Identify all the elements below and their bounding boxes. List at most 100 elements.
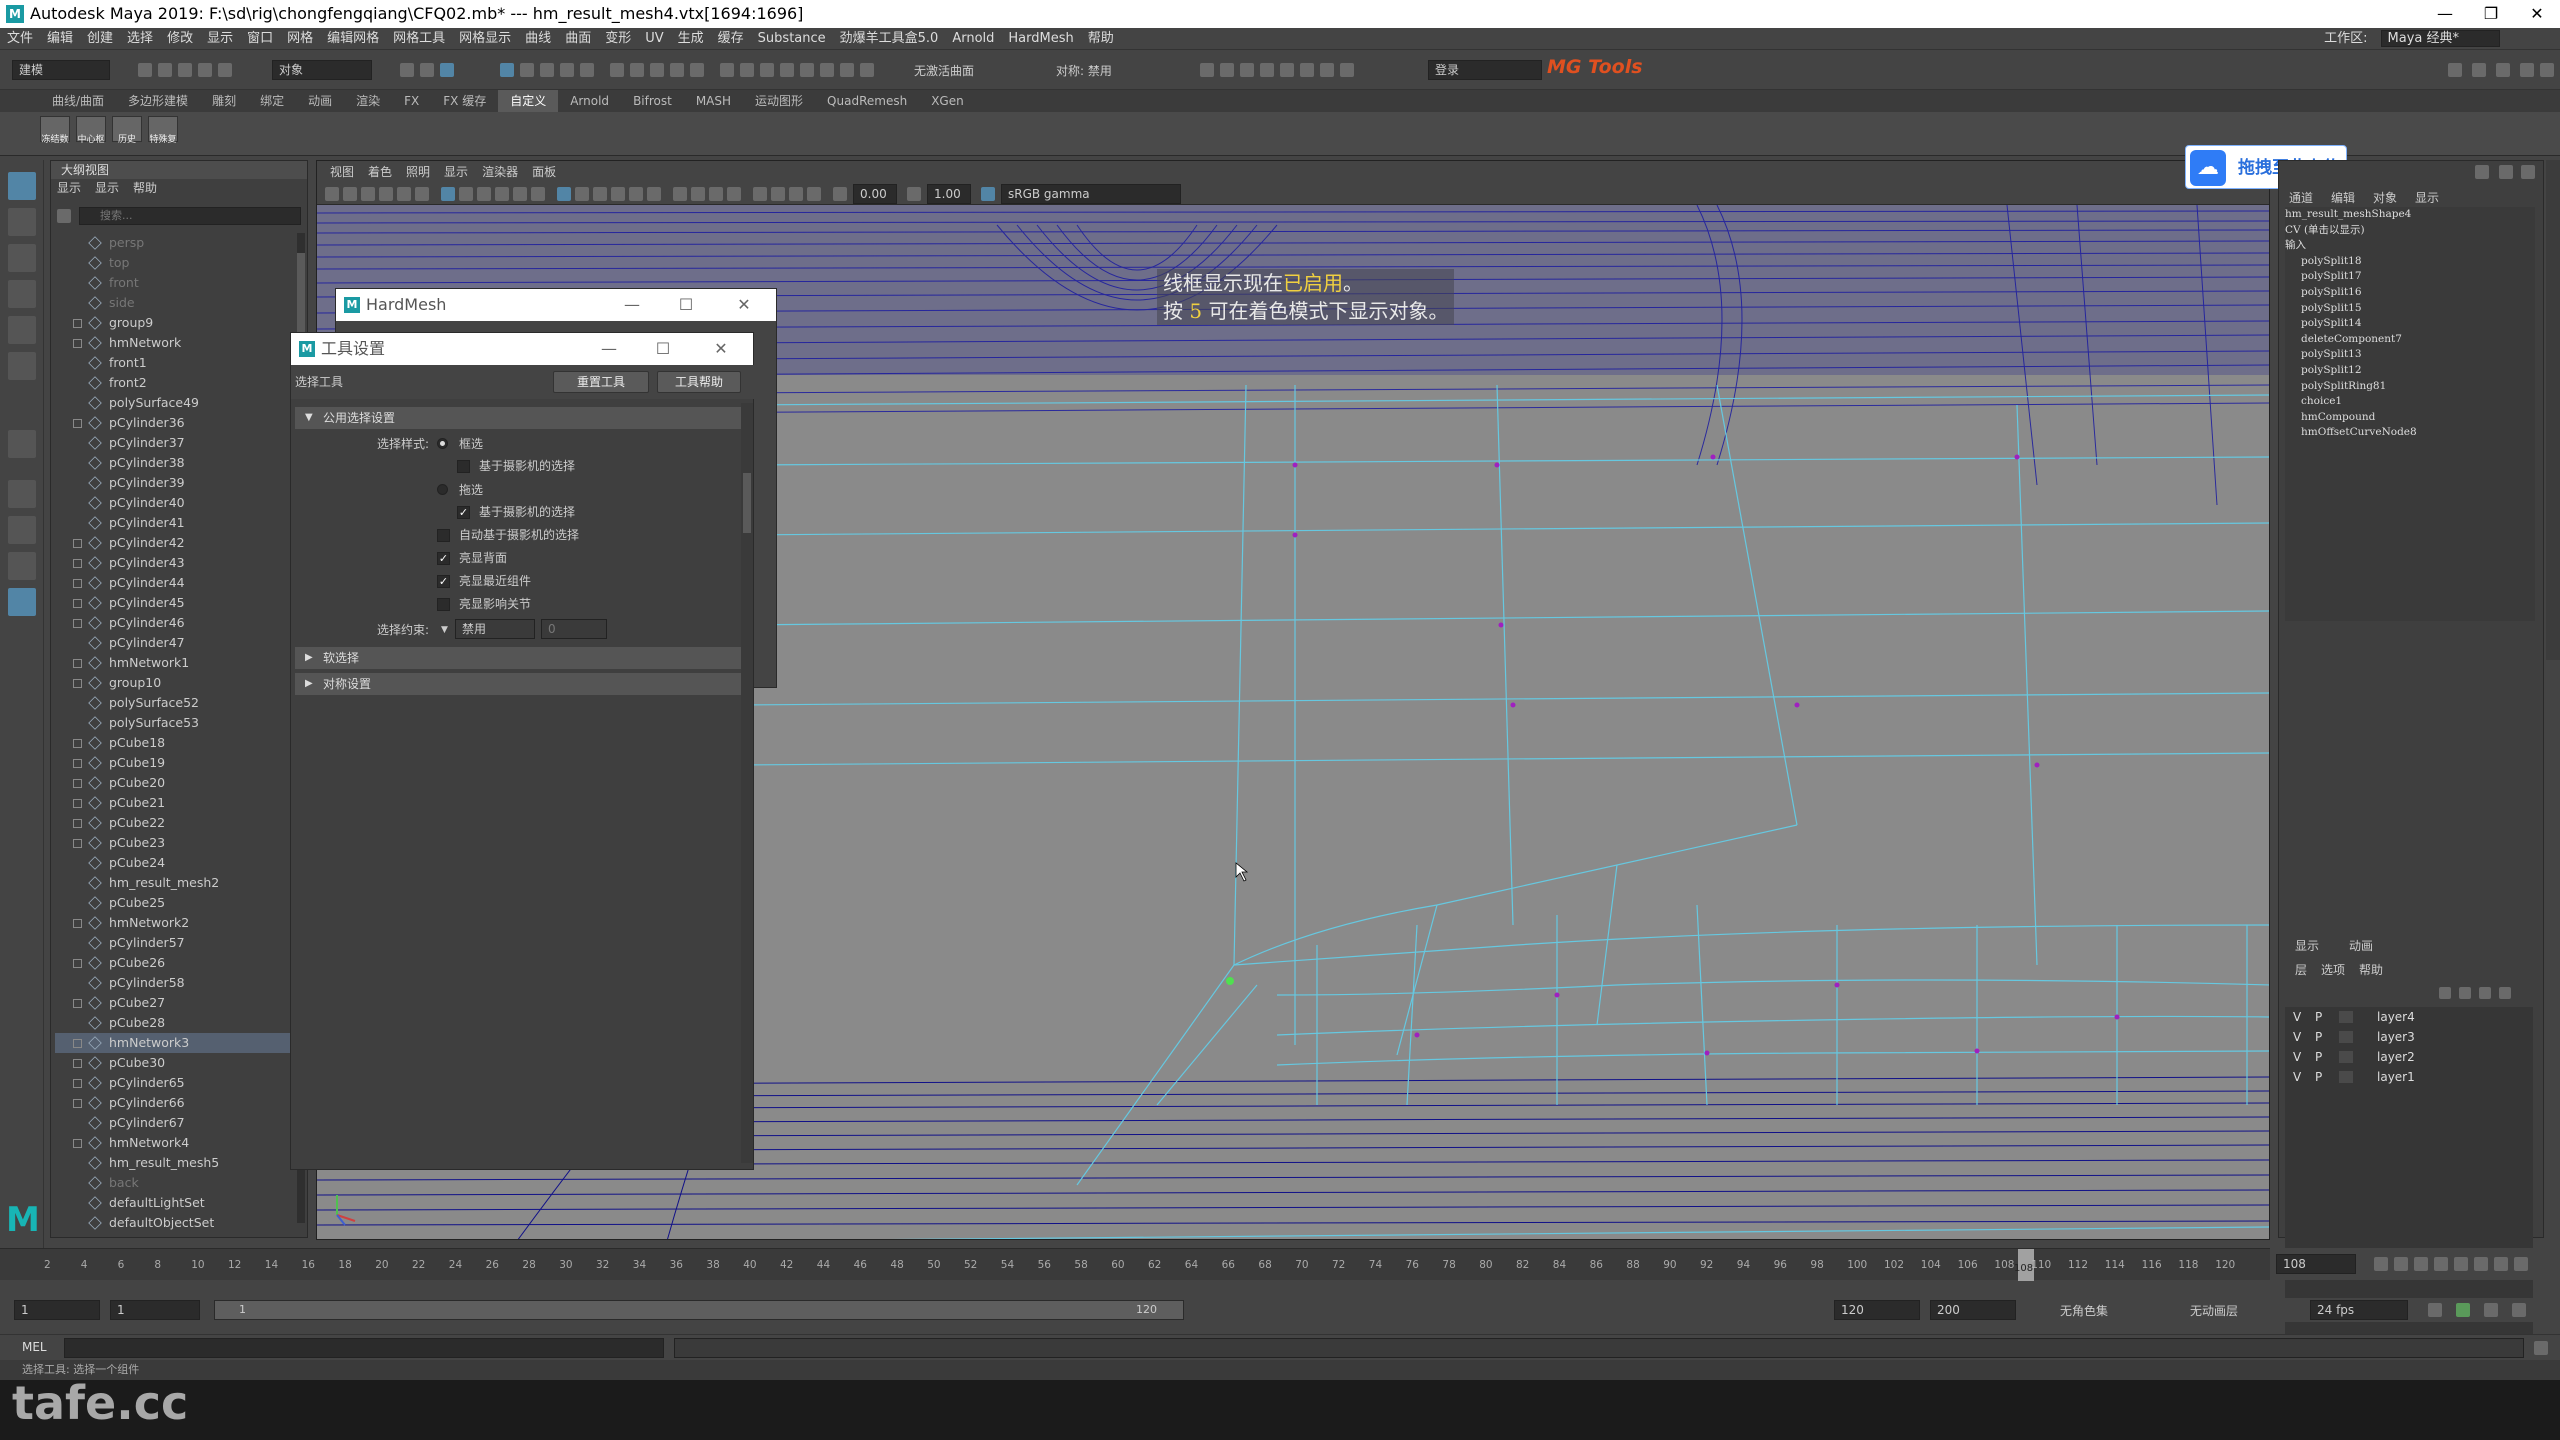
center-pivot-button[interactable]: 中心枢 xyxy=(76,116,106,145)
layer-playback-toggle[interactable]: P xyxy=(2315,1067,2322,1087)
expand-toggle-icon[interactable] xyxy=(73,839,82,848)
lights-icon[interactable] xyxy=(647,187,661,201)
outliner-item[interactable]: pCylinder46 xyxy=(55,613,295,633)
constraint-dropdown-arrow-icon[interactable]: ▼ xyxy=(441,621,448,639)
input-node[interactable]: polySplit12 xyxy=(2285,363,2535,379)
highlight-backfaces-checkbox[interactable]: ✓ xyxy=(437,552,450,565)
time-slider[interactable]: 2 4 6 8 10 12 14 16 18 20 22 24 26 28 30 32 34 36 38 40 42 44… xyxy=(0,1248,2270,1281)
layer-row[interactable]: V Player2 xyxy=(2285,1047,2533,1067)
move-layer-down-icon[interactable] xyxy=(2459,987,2471,999)
wireframe-icon[interactable] xyxy=(557,187,571,201)
open-scene-icon[interactable] xyxy=(158,63,172,77)
anim-layer-dropdown[interactable]: 无动画层 xyxy=(2190,1302,2238,1319)
outliner-item[interactable]: pCylinder47 xyxy=(55,633,295,653)
camera-based-2-checkbox[interactable]: ✓ xyxy=(457,506,470,519)
motion-blur-icon[interactable] xyxy=(709,187,723,201)
delete-history-button[interactable]: 历史 xyxy=(112,116,142,145)
render-view-icon[interactable] xyxy=(1260,63,1274,77)
layer-color-swatch[interactable] xyxy=(2339,1071,2353,1083)
highlight-joints-checkbox[interactable] xyxy=(437,598,450,611)
outliner-item[interactable]: hmNetwork4 xyxy=(55,1133,295,1153)
shelf-tab-animation[interactable]: 动画 xyxy=(296,90,344,112)
snap-grid-icon[interactable] xyxy=(720,63,734,77)
expand-toggle-icon[interactable] xyxy=(73,1079,82,1088)
channel-tab-show[interactable]: 显示 xyxy=(2415,191,2439,205)
shelf-tab-poly[interactable]: 多边形建模 xyxy=(116,90,200,112)
menu-set-dropdown[interactable]: 建模 xyxy=(12,60,110,80)
menu-curves[interactable]: 曲线 xyxy=(518,31,558,46)
xray-icon[interactable] xyxy=(771,187,785,201)
viewport-menu-lighting[interactable]: 照明 xyxy=(399,165,437,179)
snap-edge-icon[interactable] xyxy=(820,63,834,77)
outliner-item[interactable]: pCube25 xyxy=(55,893,295,913)
channel-box-close-icon[interactable] xyxy=(2521,165,2535,179)
outliner-item[interactable]: pCylinder42 xyxy=(55,533,295,553)
shelf-tab-rendering[interactable]: 渲染 xyxy=(344,90,392,112)
outliner-item[interactable]: pCylinder67 xyxy=(55,1113,295,1133)
go-to-end-icon[interactable] xyxy=(2514,1257,2528,1271)
input-node[interactable]: polySplit18 xyxy=(2285,254,2535,270)
expand-toggle-icon[interactable] xyxy=(73,619,82,628)
persp-graph-layout-icon[interactable] xyxy=(8,588,36,616)
select-by-misc-icon[interactable] xyxy=(580,63,594,77)
expand-toggle-icon[interactable] xyxy=(73,679,82,688)
layer-menu-help[interactable]: 帮助 xyxy=(2359,963,2383,977)
snap-view-plane-icon[interactable] xyxy=(780,63,794,77)
viewport-menu-panels[interactable]: 面板 xyxy=(525,165,563,179)
exposure-icon[interactable] xyxy=(833,187,847,201)
outliner-item[interactable]: pCylinder40 xyxy=(55,493,295,513)
select-by-edge-icon[interactable] xyxy=(520,63,534,77)
layer-visibility-toggle[interactable]: V xyxy=(2293,1007,2301,1027)
expand-toggle-icon[interactable] xyxy=(73,599,82,608)
channel-box-pin-icon[interactable] xyxy=(2475,165,2489,179)
menu-help[interactable]: 帮助 xyxy=(1081,31,1121,46)
play-backwards-icon[interactable] xyxy=(2434,1257,2448,1271)
outliner-menu-show[interactable]: 显示 xyxy=(95,181,119,195)
menu-toolbox-plugin[interactable]: 劲爆羊工具盒5.0 xyxy=(833,31,946,46)
outliner-item[interactable]: pCylinder39 xyxy=(55,473,295,493)
new-scene-icon[interactable] xyxy=(138,63,152,77)
snap-point-icon[interactable] xyxy=(760,63,774,77)
outliner-item[interactable]: hmNetwork2 xyxy=(55,913,295,933)
tool-settings-title-bar[interactable]: M 工具设置 — ☐ ✕ xyxy=(291,333,753,365)
shelf-tab-fx-cache[interactable]: FX 缓存 xyxy=(431,90,498,112)
menu-create[interactable]: 创建 xyxy=(80,31,120,46)
single-perspective-layout-icon[interactable] xyxy=(8,480,36,508)
shelf-tab-curves[interactable]: 曲线/曲面 xyxy=(40,90,116,112)
duplicate-special-button[interactable]: 特殊复 xyxy=(148,116,178,145)
expand-toggle-icon[interactable] xyxy=(73,339,82,348)
tool-settings-icon[interactable] xyxy=(2496,63,2510,77)
outliner-item[interactable]: pCylinder38 xyxy=(55,453,295,473)
outliner-item[interactable]: side xyxy=(55,293,295,313)
menu-display[interactable]: 显示 xyxy=(200,31,240,46)
select-by-face-icon[interactable] xyxy=(540,63,554,77)
outliner-item[interactable]: pCylinder65 xyxy=(55,1073,295,1093)
selected-vertex[interactable] xyxy=(1226,977,1234,985)
tool-help-button[interactable]: 工具帮助 xyxy=(657,371,741,393)
tool-settings-maximize-button[interactable]: ☐ xyxy=(645,333,681,365)
gate-mask-icon[interactable] xyxy=(495,187,509,201)
menu-generate[interactable]: 生成 xyxy=(671,31,711,46)
menu-cache[interactable]: 缓存 xyxy=(711,31,751,46)
shelf-tab-quadremesh[interactable]: QuadRemesh xyxy=(815,90,919,112)
menu-mesh-tools[interactable]: 网格工具 xyxy=(386,31,452,46)
lasso-tool-icon[interactable] xyxy=(8,208,36,236)
side-tab-strip[interactable] xyxy=(2546,160,2560,660)
ipr-render-icon[interactable] xyxy=(1240,63,1254,77)
hardmesh-title-bar[interactable]: M HardMesh — ☐ ✕ xyxy=(336,289,776,321)
camera-attributes-icon[interactable] xyxy=(343,187,357,201)
outliner-item[interactable]: pCylinder43 xyxy=(55,553,295,573)
snap-vertex-icon[interactable] xyxy=(860,63,874,77)
outliner-item[interactable]: pCylinder41 xyxy=(55,513,295,533)
outliner-item[interactable]: top xyxy=(55,253,295,273)
outliner-item[interactable]: pCylinder57 xyxy=(55,933,295,953)
lock-selection-icon[interactable] xyxy=(610,63,624,77)
persp-outliner-layout-icon[interactable] xyxy=(8,552,36,580)
outliner-item[interactable]: front1 xyxy=(55,353,295,373)
select-camera-icon[interactable] xyxy=(325,187,339,201)
key-settings-icon[interactable] xyxy=(2512,1303,2526,1317)
outliner-item[interactable]: polySurface53 xyxy=(55,713,295,733)
menu-arnold[interactable]: Arnold xyxy=(945,31,1001,46)
undo-icon[interactable] xyxy=(198,63,212,77)
cv-line[interactable]: CV (单击以显示) xyxy=(2285,223,2535,239)
